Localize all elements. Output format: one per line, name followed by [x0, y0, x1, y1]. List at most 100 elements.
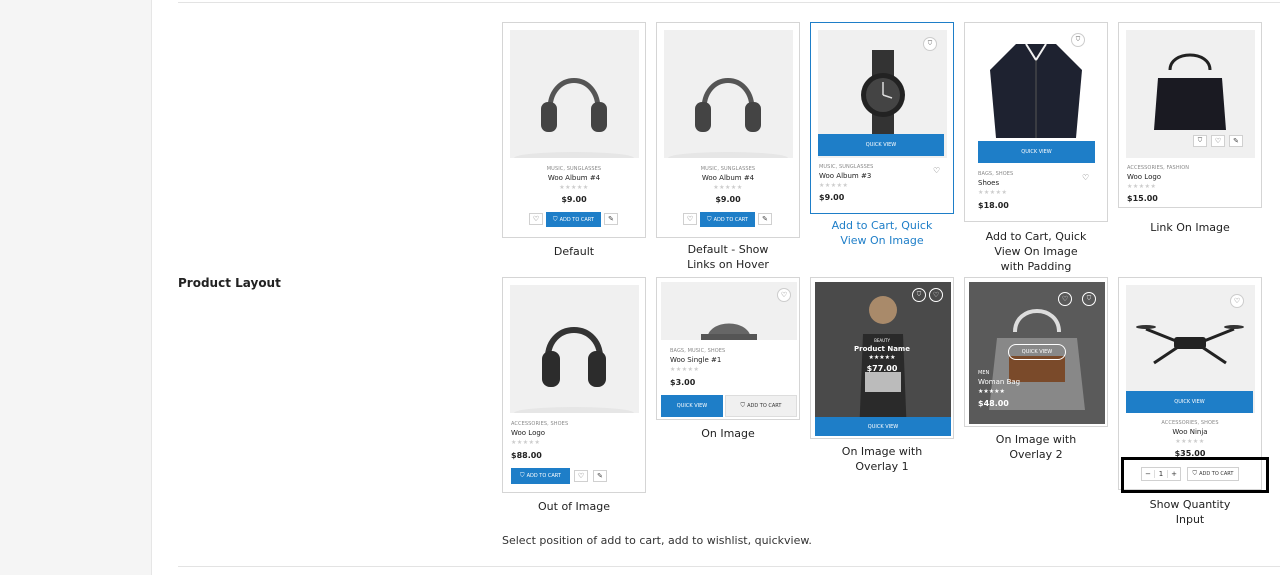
- quick-view-button[interactable]: QUICK VIEW: [818, 134, 944, 156]
- wishlist-button[interactable]: ♡: [529, 213, 543, 225]
- product-price: $88.00: [511, 451, 542, 460]
- heart-icon: ♡: [532, 215, 540, 223]
- option-caption: On Image with Overlay 2: [964, 432, 1108, 462]
- add-to-cart-button[interactable]: ⛉ ADD TO CART: [700, 212, 755, 227]
- quick-view-button[interactable]: QUICK VIEW: [661, 395, 723, 417]
- caption-line: Default: [553, 245, 595, 258]
- cart-icon: ⛉: [740, 402, 746, 409]
- heart-icon[interactable]: ♡: [933, 166, 940, 175]
- wishlist-button[interactable]: ♡: [1058, 292, 1072, 306]
- wishlist-button[interactable]: ♡: [1230, 294, 1244, 308]
- option-caption: Show Quantity Input: [1118, 497, 1262, 527]
- option-caption: Default: [502, 244, 646, 259]
- caption-line: Overlay 2: [1009, 448, 1063, 461]
- option-caption: On Image with Overlay 1: [810, 444, 954, 474]
- preview-card[interactable]: ACCESSORIES, SHOES Woo Logo ★★★★★ $88.00…: [502, 277, 646, 493]
- cart-icon: ⛉: [1197, 137, 1203, 144]
- preview-card[interactable]: ⛉ ♡ BEAUTY Product Name ★★★★★ $77.00 QUI…: [810, 277, 954, 439]
- product-image: [972, 30, 1101, 158]
- quick-view-label: QUICK VIEW: [867, 423, 899, 430]
- heart-icon: ♡: [780, 291, 788, 299]
- option-caption: On Image: [656, 426, 800, 441]
- quick-view-button[interactable]: QUICK VIEW: [1126, 391, 1253, 413]
- quick-view-label: QUICK VIEW: [1021, 349, 1053, 355]
- heart-icon: ♡: [932, 291, 940, 299]
- add-to-cart-button[interactable]: ⛉ ADD TO CART: [511, 468, 570, 484]
- wishlist-button[interactable]: ♡: [1211, 135, 1225, 147]
- product-name: Woo Album #3: [819, 172, 872, 180]
- edit-icon: ✎: [597, 472, 603, 480]
- edit-icon: ✎: [1233, 137, 1239, 145]
- preview-card[interactable]: ⛉ QUICK VIEW MUSIC, SUNGLASSES Woo Album…: [810, 22, 954, 214]
- selection-highlight: [1121, 457, 1269, 493]
- edit-icon: ✎: [608, 215, 614, 223]
- quick-view-button[interactable]: ✎: [758, 213, 772, 225]
- preview-card[interactable]: ♡ BAGS, MUSIC, SHOES Woo Single #1 ★★★★★…: [656, 277, 800, 420]
- product-category: ACCESSORIES, SHOES: [511, 421, 569, 427]
- wishlist-button[interactable]: ♡: [929, 288, 943, 302]
- preview-card[interactable]: MUSIC, SUNGLASSES Woo Album #4 ★★★★★ $9.…: [502, 22, 646, 238]
- wishlist-button[interactable]: ♡: [683, 213, 697, 225]
- heart-icon: ♡: [686, 215, 694, 223]
- heart-icon[interactable]: ♡: [1082, 173, 1089, 182]
- quick-view-button[interactable]: QUICK VIEW: [1008, 344, 1066, 360]
- quick-view-button[interactable]: ✎: [593, 470, 607, 482]
- product-category: BAGS, SHOES: [978, 171, 1014, 177]
- preview-card[interactable]: ♡ ⛉ QUICK VIEW MEN Woman Bag ★★★★★ $48.0…: [964, 277, 1108, 427]
- left-sidebar: [0, 0, 152, 575]
- heart-icon: ♡: [577, 472, 585, 480]
- product-price: $3.00: [670, 378, 696, 387]
- rating-stars: ★★★★★: [819, 182, 849, 189]
- caption-line: Add to Cart, Quick: [985, 230, 1087, 243]
- add-to-cart-label: ADD TO CART: [559, 216, 594, 223]
- add-to-cart-button[interactable]: ⛉ ADD TO CART: [546, 212, 601, 227]
- add-to-cart-button[interactable]: ⛉: [1193, 135, 1207, 147]
- rating-stars: ★★★★★: [511, 439, 541, 446]
- add-to-cart-label: ADD TO CART: [713, 216, 748, 223]
- preview-card[interactable]: MUSIC, SUNGLASSES Woo Album #4 ★★★★★ $9.…: [656, 22, 800, 238]
- add-to-cart-button[interactable]: ⛉: [1071, 33, 1085, 47]
- heart-icon: ♡: [1233, 297, 1241, 305]
- cart-icon: ⛉: [916, 291, 922, 298]
- caption-line: with Padding: [1000, 260, 1072, 273]
- quick-view-label: QUICK VIEW: [676, 403, 708, 409]
- product-name: Woo Logo: [511, 429, 546, 437]
- cart-icon: ⛉: [927, 40, 933, 47]
- product-name: Woo Album #4: [701, 174, 755, 182]
- product-price: $9.00: [715, 195, 741, 204]
- rating-stars: ★★★★★: [978, 388, 1005, 395]
- preview-card[interactable]: ⛉ QUICK VIEW BAGS, SHOES Shoes ★★★★★ $18…: [964, 22, 1108, 222]
- add-to-cart-button[interactable]: ⛉: [912, 288, 926, 302]
- add-to-cart-label: ADD TO CART: [526, 473, 561, 479]
- rating-stars: ★★★★★: [1127, 183, 1157, 190]
- add-to-cart-button[interactable]: ⛉ ADD TO CART: [725, 395, 797, 417]
- product-category: MUSIC, SUNGLASSES: [700, 166, 756, 172]
- product-category: BEAUTY: [874, 338, 890, 343]
- wishlist-button[interactable]: ♡: [574, 470, 588, 482]
- cart-icon: ⛉: [1086, 295, 1092, 302]
- caption-line: On Image with: [841, 445, 923, 458]
- heart-icon: ♡: [1061, 295, 1069, 303]
- quick-view-button[interactable]: QUICK VIEW: [978, 141, 1095, 163]
- product-price: $48.00: [978, 399, 1009, 408]
- rating-stars: ★★★★★: [978, 189, 1008, 196]
- product-image: [510, 285, 639, 413]
- preview-card[interactable]: ⛉ ♡ ✎ ACCESSORIES, FASHION Woo Logo ★★★★…: [1118, 22, 1262, 208]
- quick-view-button[interactable]: ✎: [604, 213, 618, 225]
- add-to-cart-button[interactable]: ⛉: [923, 37, 937, 51]
- caption-line: Show Quantity: [1149, 498, 1231, 511]
- caption-line: Default - Show: [687, 243, 769, 256]
- help-text: Select position of add to cart, add to w…: [502, 534, 812, 547]
- product-name: Woo Logo: [1127, 173, 1162, 181]
- quick-view-button[interactable]: QUICK VIEW: [815, 417, 951, 436]
- product-image: [661, 282, 797, 340]
- add-to-cart-label: ADD TO CART: [747, 403, 782, 409]
- product-price: $18.00: [978, 201, 1009, 210]
- caption-line: Out of Image: [538, 500, 610, 513]
- quick-view-button[interactable]: ✎: [1229, 135, 1243, 147]
- product-category: MUSIC, SUNGLASSES: [546, 166, 602, 172]
- rating-stars: ★★★★★: [559, 184, 589, 191]
- product-price: $77.00: [866, 364, 898, 373]
- wishlist-button[interactable]: ♡: [777, 288, 791, 302]
- add-to-cart-button[interactable]: ⛉: [1082, 292, 1096, 306]
